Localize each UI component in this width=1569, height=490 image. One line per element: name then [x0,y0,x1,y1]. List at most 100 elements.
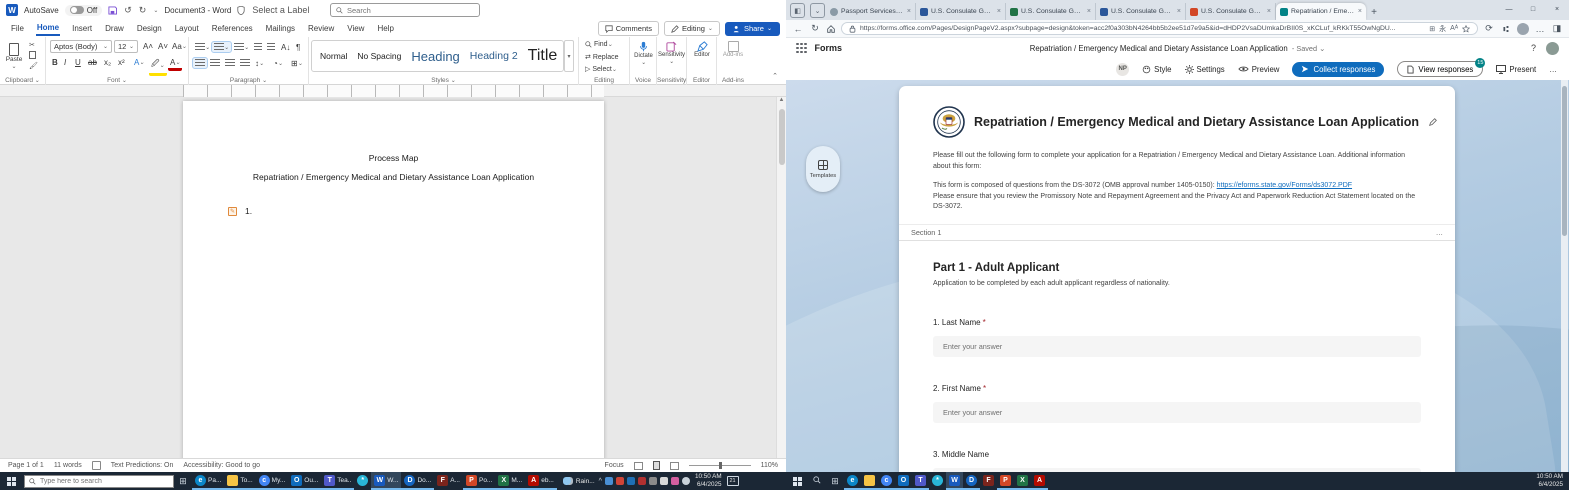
address-bar[interactable]: https://forms.office.com/Pages/DesignPag… [841,22,1478,35]
taskbar-search-icon[interactable] [808,476,826,486]
text-effects-icon[interactable]: A⌄ [132,57,146,68]
menu-review[interactable]: Review [307,22,335,35]
volume-icon[interactable] [682,477,690,485]
action-center-icon[interactable]: 21 [727,476,739,486]
underline-button[interactable]: U [73,57,83,68]
scrollbar-thumb[interactable] [1562,86,1567,236]
comments-button[interactable]: Comments [598,21,659,36]
zoom-slider[interactable] [689,465,751,466]
styles-dialog-launcher-icon[interactable]: ⌄ [451,78,456,84]
font-dialog-launcher-icon[interactable]: ⌄ [122,78,127,84]
tray-icon[interactable] [627,477,635,485]
dictate-button[interactable]: Dictate⌄ [632,40,655,67]
toolbar-more-icon[interactable]: … [1549,65,1557,74]
taskbar-app-edge[interactable]: e [844,472,861,490]
taskbar-app-outlook[interactable]: OOu... [288,472,321,490]
workspaces-icon[interactable]: ◧ [790,3,805,18]
share-button[interactable]: Share⌄ [725,22,780,36]
first-name-input[interactable] [943,408,1411,417]
increase-indent-icon[interactable] [265,42,277,52]
zoom-slider-thumb[interactable] [719,462,722,469]
paste-button[interactable]: Paste ⌄ [3,40,25,72]
multilevel-list-icon[interactable]: ⌄ [232,42,251,52]
menu-home[interactable]: Home [36,21,60,36]
tray-icon[interactable] [605,477,613,485]
new-tab-button[interactable]: + [1366,7,1382,18]
menu-mailings[interactable]: Mailings [265,22,296,35]
addins-button[interactable]: Add-ins [720,40,746,59]
read-mode-icon[interactable] [634,462,643,470]
redo-icon[interactable]: ↻ [139,5,147,16]
task-view-button[interactable]: ⊞ [826,476,844,487]
browser-tab-active-forms[interactable]: Repatriation / Emergency Medi...× [1276,3,1366,20]
undo-icon[interactable]: ↺ [124,5,132,16]
preview-button[interactable]: Preview [1238,65,1280,74]
taskbar-app-edge[interactable]: ePa... [192,472,224,490]
presence-avatar[interactable]: NP [1116,63,1129,76]
font-color-icon[interactable]: A⌄ [168,57,182,71]
subscript-button[interactable]: x₂ [102,57,113,68]
favorite-star-icon[interactable] [1462,25,1470,33]
autocorrect-options-icon[interactable]: ✎ [228,207,237,216]
taskbar-app-docs[interactable]: D [963,472,980,490]
web-layout-icon[interactable] [670,462,679,470]
taskbar-clock[interactable]: 10:50 AM6/4/2025 [695,473,722,489]
page-indicator[interactable]: Page 1 of 1 [8,462,44,469]
sensitivity-button[interactable]: Sensitivity⌄ [658,40,685,66]
shrink-font-icon[interactable]: A˅ [156,41,170,52]
strikethrough-button[interactable]: ab [86,57,99,68]
taskbar-app-docs[interactable]: DDo... [401,472,434,490]
menu-references[interactable]: References [211,22,254,35]
back-icon[interactable]: ← [792,24,804,34]
browser-profile-avatar[interactable] [1517,23,1529,35]
taskbar-app-flag[interactable]: F [980,472,997,490]
proofing-icon[interactable] [92,461,101,470]
word-count[interactable]: 11 words [54,462,82,469]
style-heading1[interactable]: Heading [411,49,459,64]
page-scrollbar[interactable] [1561,80,1568,472]
home-icon[interactable] [826,24,836,34]
split-screen-icon[interactable]: ⑆ [1500,24,1512,34]
help-icon[interactable]: ? [1531,43,1536,53]
tray-icon[interactable] [649,477,657,485]
editor-button[interactable]: Editor [690,40,714,59]
more-menu-icon[interactable]: … [1534,24,1546,34]
tab-actions-icon[interactable]: ⌄ [810,3,825,18]
tab-close-icon[interactable]: × [1087,8,1091,15]
taskbar-app-word[interactable]: WW... [371,472,401,490]
taskbar-app-explorer[interactable] [861,472,878,490]
answer-input-box[interactable] [933,402,1421,423]
site-apps-icon[interactable]: ⊞ [1429,25,1435,33]
menu-draw[interactable]: Draw [104,22,125,35]
taskbar-app-outlook[interactable]: O [895,472,912,490]
minimize-button[interactable]: — [1497,0,1521,18]
taskbar-app-excel[interactable]: XM... [495,472,525,490]
font-size-combo[interactable]: 12⌄ [114,40,138,53]
read-aloud-icon[interactable]: Aᴬ [1450,25,1458,32]
copy-icon[interactable] [29,51,36,59]
word-page[interactable]: Process Map Repatriation / Emergency Med… [183,101,604,458]
align-center-button[interactable] [208,58,222,68]
replace-button[interactable]: ⇄ Replace [583,52,621,62]
collect-responses-button[interactable]: Collect responses [1292,62,1384,77]
settings-button[interactable]: Settings [1185,65,1225,74]
tray-icon[interactable] [638,477,646,485]
scrollbar-thumb[interactable] [779,109,785,165]
menu-layout[interactable]: Layout [174,22,200,35]
browser-tab-1[interactable]: Passport Services - U.S. Embas...× [826,3,916,20]
clipboard-dialog-launcher-icon[interactable]: ⌄ [35,78,40,84]
align-right-button[interactable] [223,58,237,68]
form-title[interactable]: Repatriation / Emergency Medical and Die… [974,115,1419,129]
collections-icon[interactable]: ⟳ [1483,23,1495,34]
answer-input-box[interactable] [933,336,1421,357]
style-no-spacing[interactable]: No Spacing [357,51,401,61]
question-first-name[interactable]: 2. First Name* [899,384,1455,423]
taskbar-search-box[interactable] [24,475,174,488]
style-heading2[interactable]: Heading 2 [470,50,518,62]
start-button[interactable] [0,472,22,490]
bold-button[interactable]: B [50,57,60,68]
numbering-icon[interactable]: ⌄ [212,42,231,52]
taskbar-app-word[interactable]: W [946,472,963,490]
browser-tab-3[interactable]: U.S. Consulate General Melbou...× [1006,3,1096,20]
menu-insert[interactable]: Insert [71,22,93,35]
